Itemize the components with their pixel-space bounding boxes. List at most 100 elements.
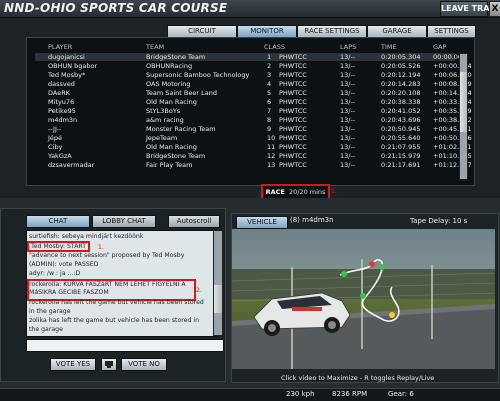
speed-readout: 230 kph (286, 390, 315, 398)
cell-player: YakGzA (48, 152, 72, 160)
table-row[interactable]: OBHUN bgabor OBHUNRacing 2 PHWTCC 13/-- 0:20:… (35, 62, 472, 70)
scrollbar-thumb[interactable] (214, 285, 222, 313)
cell-laps: 13/-- (340, 134, 356, 142)
tab-chat[interactable]: CHAT (26, 215, 90, 228)
chat-line: Ted Mosby: START (27, 241, 91, 252)
vehicle-video[interactable] (232, 229, 495, 369)
chat-line: adyr: /w : ja ...:D (29, 270, 81, 277)
vote-no-button[interactable]: VOTE NO (121, 358, 167, 371)
table-row[interactable]: DAeRK Team Saint Beer Land 5 PHWTCC 13/-- 0:2… (35, 89, 472, 97)
cell-team: Monster Racing Team (146, 125, 216, 133)
cell-pos: 9 (267, 125, 272, 133)
close-button[interactable]: X (489, 1, 500, 17)
table-row[interactable]: dassved OAS Motoring 4 PHWTCC 13/-- 0:20:14.2… (35, 80, 472, 88)
cell-pos: 12 (267, 152, 276, 160)
table-row[interactable]: dzsavermadar Fair Play Team 13 PHWTCC 13/-- 0… (35, 161, 472, 169)
cell-laps: 13/-- (340, 89, 356, 97)
cell-team: BridgeStone Team (146, 152, 206, 160)
table-row[interactable]: dugojanicsi BridgeStone Team 1 PHWTCC 13/-- 0… (35, 53, 466, 61)
cell-player: Mityu76 (48, 98, 75, 106)
leave-track-button[interactable]: LEAVE TRACK (440, 1, 500, 17)
cell-laps: 13/-- (340, 98, 356, 106)
window-title: NND-OHIO SPORTS CAR COURSE (4, 1, 228, 15)
cell-cls: PHWTCC (279, 107, 307, 115)
cell-team: OAS Motoring (146, 80, 191, 88)
cell-time: 0:20:20.108 (381, 89, 421, 97)
cell-time: 0:21:15.979 (381, 152, 421, 160)
table-row[interactable]: Petike95 StYL3BoYs 7 PHWTCC 13/-- 0:20:41.052… (35, 107, 472, 115)
cell-pos: 8 (267, 116, 272, 124)
table-row[interactable]: --JJ-- Monster Racing Team 9 PHWTCC 13/-- 0:2… (35, 125, 472, 133)
cell-player: Jépé (48, 134, 63, 142)
cell-laps: 13/-- (340, 116, 356, 124)
standings-header: PLAYER TEAM CLASS LAPS TIME GAP (35, 43, 467, 52)
annotation-1: 1. (331, 188, 337, 195)
cell-team: a&m racing (146, 116, 184, 124)
chat-line: (ADMIN): vote PASSED (29, 261, 99, 268)
cell-pos: 1 (267, 53, 272, 61)
cell-laps: 13/-- (340, 161, 356, 169)
table-row[interactable]: Ted Mosby* Supersonic Bamboo Technology 3 P… (35, 71, 472, 79)
chat-line: rockerolla has left the game but vehicle… (29, 299, 204, 306)
cell-time: 0:20:38.338 (381, 98, 421, 106)
cell-laps: 13/-- (340, 143, 356, 151)
rpm-readout: 8236 RPM (332, 390, 368, 398)
cell-laps: 13/-- (340, 62, 356, 70)
cell-laps: 13/-- (340, 71, 356, 79)
col-time: TIME (381, 43, 397, 51)
tape-delay: Tape Delay: 10 s (410, 217, 468, 225)
chat-scrollbar[interactable] (213, 230, 223, 336)
col-team: TEAM (146, 43, 165, 51)
annotation-1-chat: 1. (98, 244, 104, 251)
chat-input[interactable] (26, 339, 224, 352)
cell-cls: PHWTCC (279, 116, 307, 124)
cell-cls: PHWTCC (279, 71, 307, 79)
cell-player: OBHUN bgabor (48, 62, 98, 70)
chat-line: in the garage (29, 308, 71, 315)
cell-team: Fair Play Team (146, 161, 193, 169)
autoscroll-button[interactable]: Autoscroll (168, 215, 220, 228)
cell-cls: PHWTCC (279, 62, 307, 70)
cell-pos: 6 (267, 98, 272, 106)
table-row[interactable]: Mityu76 Old Man Racing 6 PHWTCC 13/-- 0:20:38… (35, 98, 472, 106)
tab-vehicle[interactable]: VEHICLE (236, 216, 288, 229)
cell-pos: 7 (267, 107, 272, 115)
chat-line: surtiefish: sebeya mindjárt kezdöönk (29, 233, 144, 240)
cell-team: BridgeStone Team (146, 53, 206, 61)
cell-laps: 13/-- (340, 152, 356, 160)
cell-pos: 3 (267, 71, 272, 79)
chat-line: "advance to next session" proposed by Te… (29, 252, 185, 259)
title-bar: NND-OHIO SPORTS CAR COURSE LEAVE TRACK X (0, 0, 500, 18)
cell-pos: 10 (267, 134, 276, 142)
cell-player: --JJ-- (48, 125, 62, 133)
cell-player: Petike95 (48, 107, 76, 115)
standings-scrollbar[interactable] (459, 53, 468, 180)
monitor-icon[interactable] (101, 358, 117, 371)
cell-time: 0:20:14.283 (381, 80, 421, 88)
scrollbar-thumb[interactable] (460, 72, 467, 132)
chat-line: MáSIKRA GECIBE FASZOM (29, 289, 109, 296)
col-laps: LAPS (340, 43, 357, 51)
cell-pos: 4 (267, 80, 272, 88)
chat-log: surtiefish: sebeya mindjárt kezdöönk Ted… (26, 230, 218, 337)
table-row[interactable]: YakGzA BridgeStone Team 12 PHWTCC 13/-- 0:21:… (35, 152, 472, 160)
race-scene-image (232, 229, 495, 369)
chat-line: zolika has left the game but vehicle has… (29, 317, 200, 324)
table-row[interactable]: Ciby Old Man Racing 11 PHWTCC 13/-- 0:21:07.9… (35, 143, 472, 151)
table-row[interactable]: m4dm3n a&m racing 8 PHWTCC 13/-- 0:20:43.696 +… (35, 116, 472, 124)
cell-cls: PHWTCC (279, 152, 307, 160)
tab-lobby-chat[interactable]: LOBBY CHAT (92, 215, 156, 228)
col-gap: GAP (433, 43, 447, 51)
cell-cls: PHWTCC (279, 89, 307, 97)
cell-player: Ted Mosby* (48, 71, 86, 79)
cell-time: 0:20:50.945 (381, 125, 421, 133)
cell-cls: PHWTCC (279, 53, 307, 61)
cell-time: 0:20:43.696 (381, 116, 421, 124)
table-row[interactable]: Jépé JepeTeam 10 PHWTCC 13/-- 0:20:55.640 +00:… (35, 134, 472, 142)
cell-pos: 11 (267, 143, 276, 151)
vote-yes-button[interactable]: VOTE YES (50, 358, 96, 371)
cell-cls: PHWTCC (279, 98, 307, 106)
chat-line: the garage (29, 326, 63, 333)
cell-player: dugojanicsi (48, 53, 85, 61)
cell-team: Old Man Racing (146, 98, 197, 106)
